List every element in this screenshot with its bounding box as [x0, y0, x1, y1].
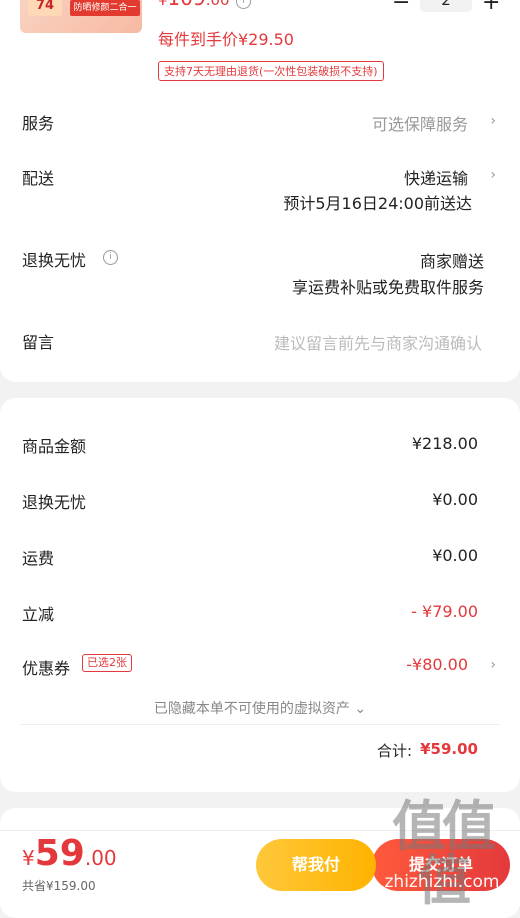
return-policy-tag: 支持7天无理由退货(一次性包装破损不支持) [158, 61, 384, 81]
coupon-selected-badge: 已选2张 [82, 654, 132, 672]
thumb-banner: 防晒修颜二合一 [70, 0, 140, 16]
product-thumbnail[interactable]: 74 防晒修颜二合一 [20, 0, 142, 33]
price-int: 109 [168, 0, 206, 10]
price-dec: .00 [205, 0, 230, 9]
delivery-label: 配送 [22, 169, 55, 188]
price-info-icon[interactable]: i [236, 0, 251, 9]
final-price-int: 59 [34, 833, 85, 874]
worry-free-label: 退换无忧 [22, 251, 87, 270]
submit-order-button[interactable]: 提交订单 [372, 839, 510, 891]
coupon-value[interactable]: -¥80.00 [406, 655, 468, 674]
final-price-currency: ¥ [22, 846, 35, 870]
checkout-bar: ¥59.00 共省¥159.00 提交订单 帮我付 [0, 830, 520, 906]
final-price-dec: .00 [84, 846, 117, 870]
hidden-assets-toggle[interactable]: 已隐藏本单不可使用的虚拟资产 ⌄ [0, 698, 520, 718]
goods-amount-value: ¥218.00 [411, 434, 478, 453]
price-currency: ¥ [158, 0, 168, 9]
delivery-chevron-icon[interactable]: › [490, 167, 496, 183]
message-label: 留言 [22, 333, 55, 352]
total-saved: 共省¥159.00 [22, 879, 96, 893]
discount-value: - ¥79.00 [411, 602, 478, 621]
price-summary-card: 商品金额 ¥218.00 退换无忧 ¥0.00 运费 ¥0.00 立减 - ¥7… [0, 398, 520, 792]
worry-free-line2: 享运费补贴或免费取件服务 [291, 278, 484, 297]
service-value[interactable]: 可选保障服务 [372, 111, 468, 135]
help-me-pay-button[interactable]: 帮我付 [256, 839, 376, 891]
worry-free-fee-label: 退换无忧 [22, 493, 87, 512]
service-label: 服务 [22, 114, 55, 133]
shipping-label: 运费 [22, 549, 55, 568]
coupon-chevron-icon[interactable]: › [490, 657, 496, 673]
quantity-plus-button[interactable]: + [482, 0, 500, 14]
message-input[interactable]: 建议留言前先与商家沟通确认 [274, 330, 482, 354]
delivery-method[interactable]: 快递运输 [404, 165, 468, 189]
worry-free-fee-value: ¥0.00 [432, 490, 478, 509]
final-price: ¥59.00 [22, 833, 117, 874]
unit-price: 每件到手价¥29.50 [158, 30, 294, 49]
quantity-input[interactable]: 2 [420, 0, 472, 12]
total-value: ¥59.00 [420, 740, 478, 758]
worry-free-info-icon[interactable]: i [103, 250, 118, 265]
worry-free-line1: 商家赠送 [419, 252, 484, 271]
discount-label: 立减 [22, 605, 55, 624]
shipping-value: ¥0.00 [432, 546, 478, 565]
quantity-minus-button[interactable]: − [392, 0, 410, 14]
goods-amount-label: 商品金额 [22, 437, 87, 456]
summary-divider [20, 724, 500, 725]
delivery-eta: 预计5月16日24:00前送达 [283, 194, 472, 213]
service-chevron-icon[interactable]: › [490, 113, 496, 129]
order-options-card: 74 防晒修颜二合一 ¥109.00 i − 2 + 每件到手价¥29.50 支… [0, 0, 520, 382]
total-label: 合计: [376, 742, 412, 760]
thumb-number: 74 [28, 0, 62, 16]
coupon-label: 优惠券 [22, 659, 71, 678]
product-price: ¥109.00 [158, 0, 230, 10]
